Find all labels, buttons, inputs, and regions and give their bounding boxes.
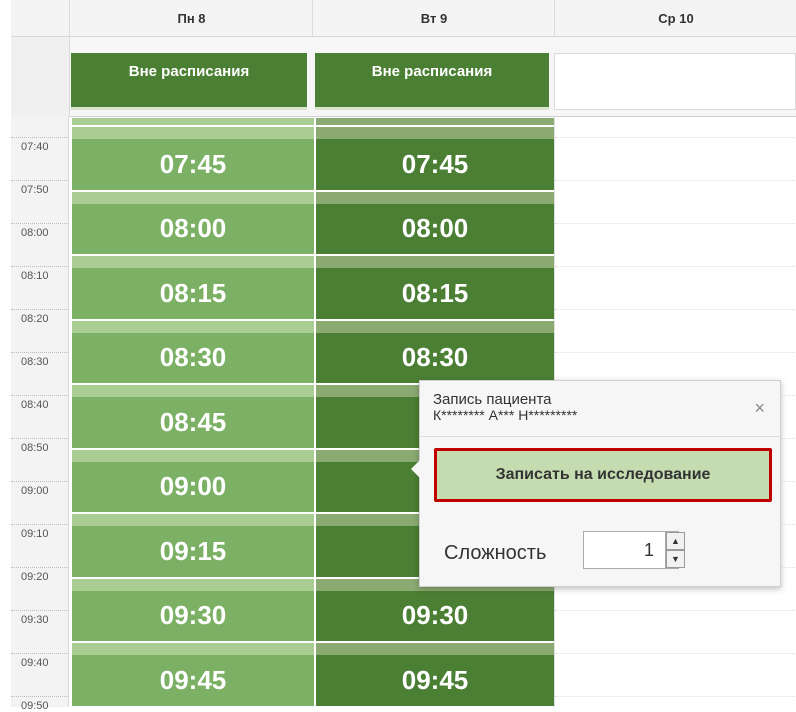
slot-separator: [316, 320, 554, 333]
time-label: 08:10: [21, 270, 49, 282]
grid-line: [555, 610, 796, 611]
time-label: 07:40: [21, 141, 49, 153]
time-slot-monday[interactable]: 09:00: [72, 461, 314, 512]
time-row-line: [11, 180, 69, 181]
time-slot-monday[interactable]: 09:45: [72, 655, 314, 706]
time-label: 08:20: [21, 313, 49, 325]
grid-line: [555, 696, 796, 697]
spin-up-icon[interactable]: ▲: [666, 532, 685, 550]
time-row-line: [11, 395, 69, 396]
slot-separator: [72, 578, 314, 591]
time-label: 09:50: [21, 700, 49, 712]
time-slot-tuesday[interactable]: 08:15: [316, 268, 554, 319]
grid-line: [555, 180, 796, 181]
popup-pointer: [411, 460, 420, 478]
slot-separator: [316, 118, 554, 125]
slot-separator: [72, 256, 314, 268]
column-header-monday[interactable]: Пн 8: [69, 0, 313, 37]
grid-line: [555, 266, 796, 267]
time-row-line: [11, 223, 69, 224]
grid-line: [555, 352, 796, 353]
popup-title: Запись пациента: [433, 391, 552, 408]
slot-separator: [316, 191, 554, 204]
time-row-line: [11, 696, 69, 697]
time-label: 07:50: [21, 184, 49, 196]
time-slot-tuesday[interactable]: 09:30: [316, 590, 554, 641]
slot-separator: [72, 643, 314, 655]
slot-separator: [316, 643, 554, 655]
all-day-cell-wednesday[interactable]: [554, 53, 796, 110]
slot-separator: [72, 449, 314, 462]
time-row-line: [11, 266, 69, 267]
grid-line: [555, 223, 796, 224]
patient-name: К******** А*** Н*********: [433, 407, 578, 423]
slot-separator: [72, 320, 314, 333]
slot-separator: [72, 191, 314, 204]
time-label: 09:10: [21, 528, 49, 540]
record-for-examination-button[interactable]: Записать на исследование: [434, 448, 772, 502]
time-slot-monday[interactable]: 07:45: [72, 139, 314, 190]
time-slot-monday[interactable]: 08:30: [72, 332, 314, 383]
complexity-label: Сложность: [444, 542, 547, 564]
time-slot-monday[interactable]: 09:30: [72, 590, 314, 641]
time-row-line: [11, 352, 69, 353]
time-label: 08:00: [21, 227, 49, 239]
time-row-line: [11, 653, 69, 654]
calendar-header: Пн 8 Вт 9 Ср 10: [11, 0, 796, 37]
time-slot-monday[interactable]: 09:15: [72, 526, 314, 577]
slot-separator: [72, 118, 314, 125]
off-schedule-monday[interactable]: Вне расписания: [71, 53, 307, 110]
time-slot-tuesday[interactable]: 08:00: [316, 203, 554, 254]
slot-separator: [316, 127, 554, 139]
time-row-line: [11, 610, 69, 611]
header-corner: [11, 0, 69, 37]
time-row-line: [11, 481, 69, 482]
time-row-line: [11, 438, 69, 439]
time-label: 09:40: [21, 657, 49, 669]
slot-separator: [72, 514, 314, 526]
off-schedule-tuesday[interactable]: Вне расписания: [315, 53, 549, 110]
time-label: 09:30: [21, 614, 49, 626]
time-label: 09:20: [21, 571, 49, 583]
time-row-line: [11, 137, 69, 138]
time-row-line: [11, 524, 69, 525]
close-icon[interactable]: ×: [754, 399, 765, 417]
time-label: 08:50: [21, 442, 49, 454]
time-row-line: [11, 567, 69, 568]
time-slot-monday[interactable]: 08:00: [72, 203, 314, 254]
slot-separator: [72, 127, 314, 139]
slot-separator: [72, 385, 314, 397]
time-label: 08:30: [21, 356, 49, 368]
all-day-row: Вне расписания Вне расписания: [11, 37, 796, 117]
complexity-spinner: ▲ ▼: [665, 532, 685, 568]
time-slot-tuesday[interactable]: 08:30: [316, 332, 554, 383]
grid-line: [555, 653, 796, 654]
grid-line: [555, 137, 796, 138]
time-column: 07:40 07:50 08:00 08:10 08:20 08:30 08:40 08:50…: [11, 117, 69, 712]
all-day-label-cell: [11, 37, 70, 117]
column-header-tuesday[interactable]: Вт 9: [312, 0, 555, 37]
time-label: 08:40: [21, 399, 49, 411]
time-label: 09:00: [21, 485, 49, 497]
popup-divider: [420, 436, 780, 437]
time-slot-monday[interactable]: 08:15: [72, 268, 314, 319]
slot-separator: [316, 256, 554, 268]
time-slot-tuesday[interactable]: 09:45: [316, 655, 554, 706]
column-header-wednesday[interactable]: Ср 10: [554, 0, 796, 37]
time-row-line: [11, 309, 69, 310]
grid-line: [555, 309, 796, 310]
time-slot-tuesday[interactable]: 07:45: [316, 139, 554, 190]
record-patient-popup: Запись пациента К******** А*** Н********…: [411, 380, 781, 587]
time-slot-monday[interactable]: 08:45: [72, 397, 314, 448]
spin-down-icon[interactable]: ▼: [666, 550, 685, 568]
